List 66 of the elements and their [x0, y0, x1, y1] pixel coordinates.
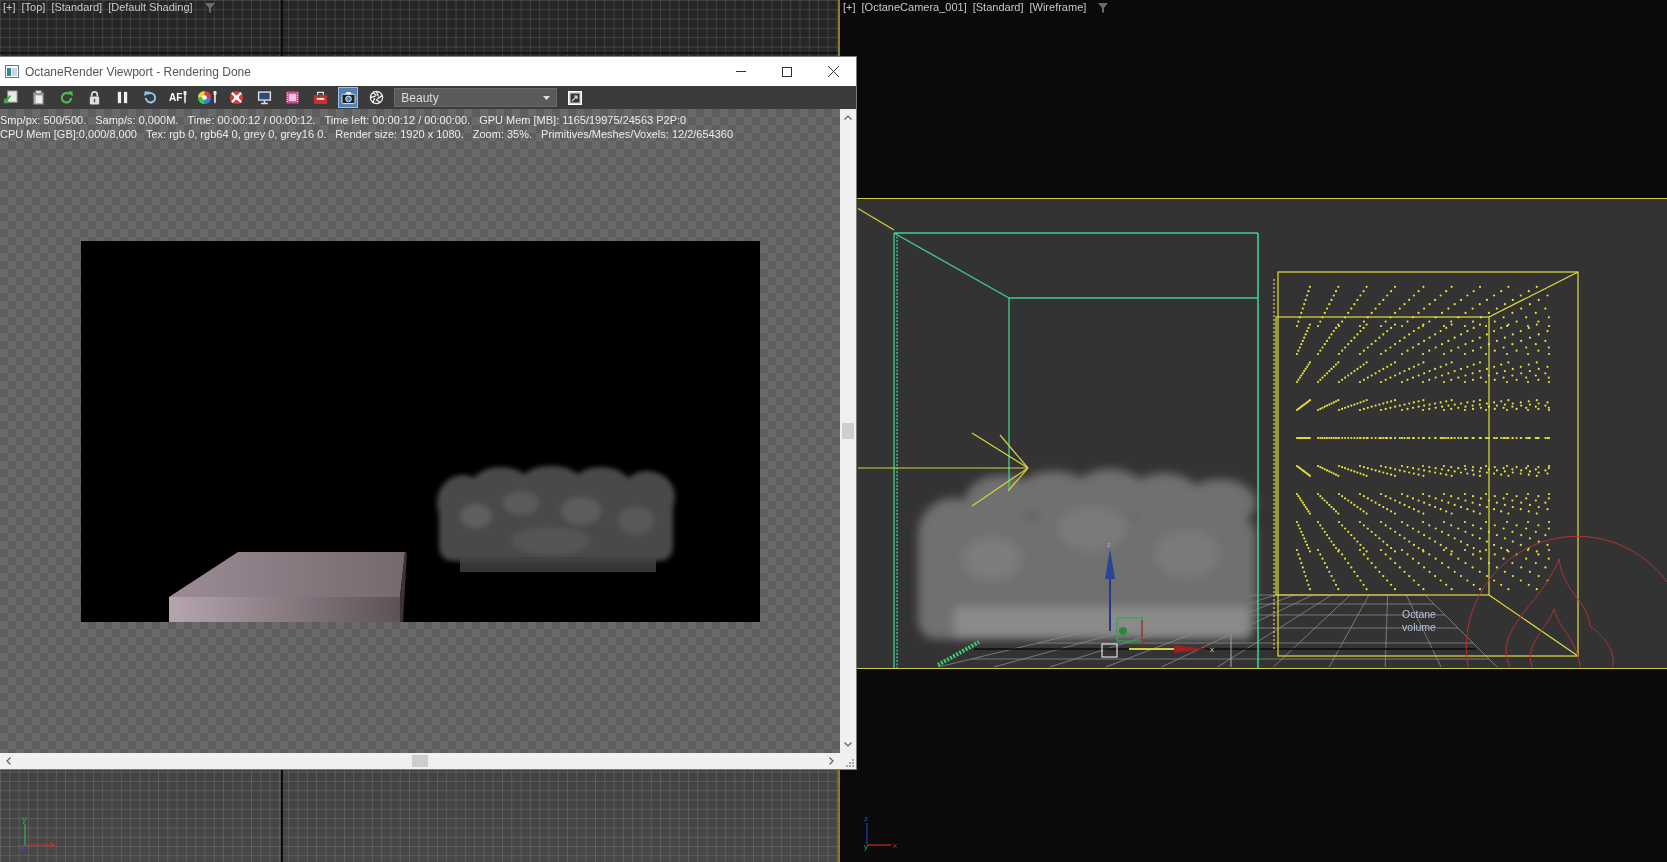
pipette-icon — [183, 91, 188, 104]
refresh-icon — [58, 90, 74, 105]
filter-icon[interactable] — [204, 2, 215, 13]
picture-icon — [568, 90, 583, 105]
status-text: CPU Mem [GB]:0,000/8,000 — [0, 127, 137, 141]
object-label: Octane volume — [1401, 608, 1437, 633]
pivot-square[interactable] — [1101, 643, 1118, 658]
close-icon — [827, 66, 839, 77]
axis-tripod-drawing — [866, 822, 892, 846]
axis-label: y — [22, 814, 27, 824]
caret-icon — [543, 95, 551, 100]
monitor-icon — [256, 90, 272, 105]
aperture-icon — [368, 90, 384, 105]
axis-label: y — [864, 842, 868, 851]
axis-label: x — [893, 841, 897, 850]
clipboard-icon — [30, 90, 46, 105]
diagonal-line — [857, 207, 895, 231]
chevron-right-icon — [829, 757, 834, 765]
status-text: Smp/px: 500/500. — [0, 113, 87, 127]
status-text: Time: 00:00:12 / 00:00:12. — [187, 113, 316, 127]
axis-tripod-drawing — [24, 823, 56, 849]
hatched-edge — [937, 640, 980, 667]
filter-icon[interactable] — [1098, 2, 1109, 13]
chevron-up-icon — [844, 115, 852, 120]
minimize-icon — [736, 71, 746, 72]
scroll-thumb[interactable] — [842, 423, 854, 439]
axis-label: z — [864, 814, 868, 823]
film-icon — [284, 90, 300, 105]
toolbar-button[interactable]: AF — [168, 87, 189, 108]
resize-grip-icon[interactable] — [844, 757, 854, 767]
color-wheel-icon — [197, 90, 213, 105]
viewport-menu[interactable]: [+] — [843, 1, 856, 14]
chevron-left-icon — [6, 757, 11, 765]
pass-dropdown[interactable]: Beauty — [394, 88, 558, 107]
pipette-icon — [213, 91, 218, 104]
viewport-menu[interactable]: [Standard] — [972, 1, 1024, 14]
window-icon — [5, 65, 19, 78]
status-text: Samp/s: 0,000M. — [95, 113, 179, 127]
flame-icon — [1465, 535, 1667, 668]
window-title: OctaneRender Viewport - Rendering Done — [25, 64, 252, 79]
axis-label: z — [1107, 540, 1111, 549]
viewport-menu[interactable]: [Top] — [21, 1, 46, 14]
status-text: GPU Mem [MB]: 1165/19975/24563 P2P:0 — [479, 113, 687, 127]
document-arrow-icon — [2, 90, 18, 105]
viewport-menu[interactable]: [Wireframe] — [1029, 1, 1087, 14]
viewport-menu[interactable]: [+] — [3, 1, 16, 14]
status-text: Time left: 00:00:12 / 00:00:00. — [324, 113, 471, 127]
viewport-menu[interactable]: [Default Shading] — [108, 1, 193, 14]
crossed-circle-icon — [228, 90, 244, 105]
status-text: Zoom: 35%. — [472, 127, 533, 141]
toolbox-icon — [312, 90, 328, 105]
circular-arrow-icon — [142, 90, 158, 105]
status-text: Primitives/Meshes/Voxels: 12/2/654360 — [541, 127, 734, 141]
chevron-down-icon — [844, 742, 852, 747]
axis-label: z — [22, 842, 26, 850]
toolbar-button[interactable] — [338, 87, 359, 108]
maximize-icon — [782, 66, 792, 77]
scroll-thumb[interactable] — [412, 755, 428, 767]
viewport-menu[interactable]: [OctaneCamera_001] — [861, 1, 967, 14]
plane-handle[interactable] — [1116, 617, 1143, 647]
z-axis-arrow[interactable] — [1105, 549, 1115, 632]
axis-label: x — [1210, 645, 1214, 654]
status-text: Render size: 1920 x 1080. — [335, 127, 464, 141]
status-text: Tex: rgb 0, rgb64 0, grey 0, grey16 0. — [145, 127, 327, 141]
camera-icon — [340, 90, 356, 105]
viewport-menu[interactable]: [Standard] — [51, 1, 103, 14]
